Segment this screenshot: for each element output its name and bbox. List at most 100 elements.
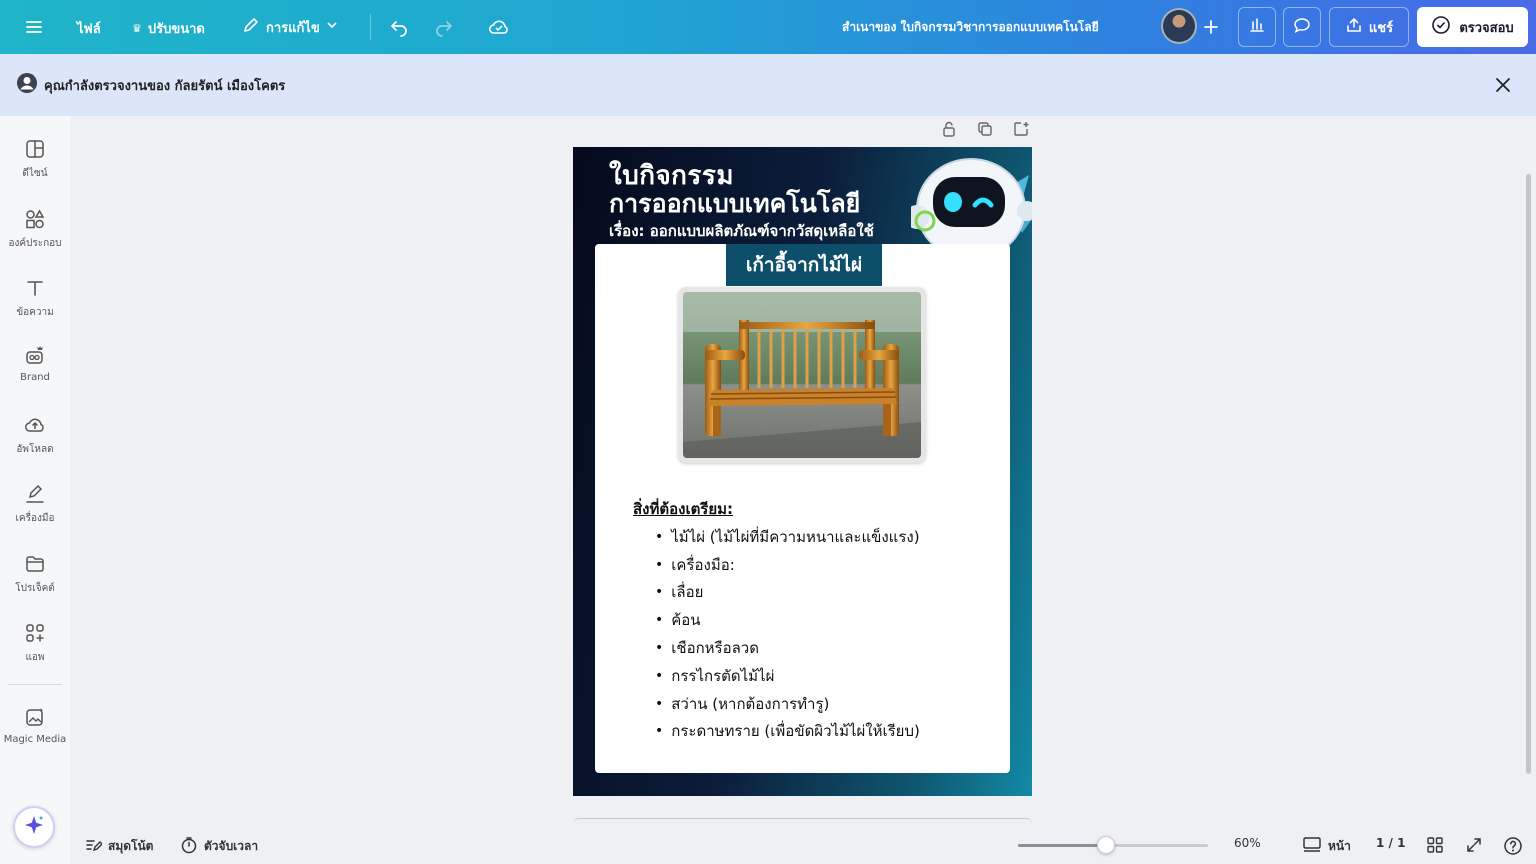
list-item-text: ไม้ไผ่ (ไม้ไผ่ที่มีความหนาและแข็งแรง) <box>671 527 920 546</box>
sidebar-item-projects[interactable]: โปรเจ็คต์ <box>0 553 70 596</box>
sidebar-item-label: ดีไซน์ <box>22 168 48 179</box>
check-circle-icon <box>1431 15 1451 39</box>
menu-icon[interactable] <box>22 15 46 39</box>
share-upload-icon <box>1345 16 1363 38</box>
timer-label: ตัวจับเวลา <box>204 839 259 853</box>
sidebar-item-label: ข้อความ <box>16 307 54 318</box>
crown-icon: ♛ <box>132 22 142 35</box>
pages-label: หน้า <box>1328 839 1351 853</box>
page-counter-label: 1 / 1 <box>1376 836 1406 850</box>
chart-icon <box>1248 16 1266 38</box>
comments-button[interactable] <box>1283 7 1321 47</box>
list-item-text: เครื่องมือ: <box>671 555 735 574</box>
brand-kit-icon <box>26 346 43 364</box>
help-button[interactable] <box>1503 836 1523 859</box>
user-icon <box>16 72 38 98</box>
chevron-down-icon <box>326 19 338 35</box>
sidebar-item-text[interactable]: ข้อความ <box>0 277 70 320</box>
sidebar-item-elements[interactable]: องค์ประกอบ <box>0 208 70 251</box>
plus-icon[interactable] <box>1199 15 1223 39</box>
grid-icon <box>1426 836 1444 857</box>
shapes-icon <box>26 209 45 229</box>
sidebar-item-brand[interactable]: Brand <box>0 344 70 383</box>
sidebar-divider <box>8 684 62 685</box>
sidebar-item-label: แอพ <box>25 652 45 663</box>
bottom-toolbar: สมุดโน้ต ตัวจับเวลา 60% หน้า 1 / 1 <box>70 828 1536 864</box>
notes-button[interactable]: สมุดโน้ต <box>84 836 153 857</box>
review-button[interactable]: ตรวจสอบ <box>1417 7 1528 47</box>
design-title-line2[interactable]: การออกแบบเทคโนโลยี <box>609 184 860 224</box>
review-label: ตรวจสอบ <box>1459 20 1514 36</box>
cloud-check-icon[interactable] <box>487 15 511 39</box>
fullscreen-button[interactable] <box>1465 836 1483 857</box>
bamboo-chair-image <box>683 292 921 458</box>
magic-media-icon <box>26 708 44 726</box>
review-banner-text: คุณกำลังตรวจงานของ กัลยรัตน์ เมืองโคตร <box>44 78 286 94</box>
sidebar-item-tools[interactable]: เครื่องมือ <box>0 483 70 526</box>
avatar[interactable] <box>1161 8 1197 44</box>
page-tools <box>940 120 1030 142</box>
left-sidebar: ดีไซน์ องค์ประกอบ ข้อความ Brand อัพโหลด … <box>0 116 70 864</box>
lock-icon[interactable] <box>940 120 958 142</box>
page-counter: 1 / 1 <box>1376 836 1405 850</box>
materials-heading[interactable]: สิ่งที่ต้องเตรียม: <box>633 497 733 521</box>
grid-view-button[interactable] <box>1426 836 1444 857</box>
timer-button[interactable]: ตัวจับเวลา <box>180 836 258 857</box>
layout-icon <box>26 140 44 158</box>
share-button[interactable]: แชร์ <box>1329 7 1409 47</box>
list-item: เลื่อย <box>655 579 920 607</box>
magic-assistant-button[interactable] <box>13 806 55 848</box>
draw-tool-icon <box>26 484 44 503</box>
resize-button[interactable]: ♛ ปรับขนาด <box>132 18 205 39</box>
sidebar-item-label: เครื่องมือ <box>15 513 55 524</box>
zoom-level-label: 60% <box>1234 836 1261 850</box>
pages-button[interactable]: หน้า <box>1302 836 1351 857</box>
list-item: กระดาษทราย (เพื่อขัดผิวไม้ไผ่ให้เรียบ) <box>655 718 920 746</box>
duplicate-page-icon[interactable] <box>976 120 994 142</box>
sidebar-item-apps[interactable]: แอพ <box>0 622 70 665</box>
sidebar-item-design[interactable]: ดีไซน์ <box>0 138 70 181</box>
list-item-text: เลื่อย <box>671 583 704 602</box>
bamboo-chair-photo[interactable] <box>678 287 926 463</box>
design-page[interactable]: ใบกิจกรรม การออกแบบเทคโนโลยี เรื่อง: ออก… <box>573 147 1032 796</box>
list-item-text: สว่าน (หากต้องการทำรู) <box>671 694 830 713</box>
zoom-level[interactable]: 60% <box>1234 836 1261 850</box>
zoom-slider-thumb[interactable] <box>1096 836 1115 854</box>
document-title[interactable]: สำเนาของ ใบกิจกรรมวิชาการออกแบบเทคโนโลยี <box>842 18 1099 37</box>
sidebar-item-label: โปรเจ็คต์ <box>15 583 55 594</box>
editing-mode-dropdown[interactable]: การแก้ไข <box>242 16 338 38</box>
help-icon <box>1503 836 1523 859</box>
close-icon[interactable] <box>1492 74 1514 96</box>
page-view-icon <box>1302 836 1322 857</box>
sidebar-item-magic-media[interactable]: Magic Media <box>0 706 70 745</box>
undo-icon[interactable] <box>387 15 411 39</box>
list-item: สว่าน (หากต้องการทำรู) <box>655 690 920 718</box>
design-subtitle[interactable]: เรื่อง: ออกแบบผลิตภัณฑ์จากวัสดุเหลือใช้ <box>609 219 874 243</box>
notes-label: สมุดโน้ต <box>108 839 154 853</box>
add-page-icon[interactable] <box>1012 120 1030 142</box>
next-page-edge <box>573 818 1032 828</box>
list-item: เชือกหรือลวด <box>655 634 920 662</box>
zoom-slider-fill <box>1018 844 1106 847</box>
redo-icon[interactable] <box>432 15 456 39</box>
sidebar-item-label: Magic Media <box>3 734 67 745</box>
sidebar-item-label: อัพโหลด <box>16 444 54 455</box>
zoom-slider[interactable] <box>1018 836 1208 854</box>
vertical-scrollbar[interactable] <box>1526 174 1531 774</box>
sidebar-item-uploads[interactable]: อัพโหลด <box>0 414 70 457</box>
design-tag[interactable]: เก้าอี้จากไม้ไผ่ <box>726 244 882 286</box>
list-item: กรรไกรตัดไม้ไผ่ <box>655 662 920 690</box>
insights-button[interactable] <box>1238 7 1276 47</box>
file-menu-label: ไฟล์ <box>77 22 101 37</box>
materials-list[interactable]: ไม้ไผ่ (ไม้ไผ่ที่มีความหนาและแข็งแรง) เค… <box>655 523 920 745</box>
folder-icon <box>26 556 44 572</box>
share-label: แชร์ <box>1368 20 1394 36</box>
list-item-text: กรรไกรตัดไม้ไผ่ <box>671 666 775 685</box>
list-item-text: กระดาษทราย (เพื่อขัดผิวไม้ไผ่ให้เรียบ) <box>671 722 920 741</box>
editing-mode-label: การแก้ไข <box>266 20 320 36</box>
cloud-upload-icon <box>25 418 44 432</box>
list-item-text: ค้อน <box>671 611 701 630</box>
file-menu[interactable]: ไฟล์ <box>77 18 101 39</box>
list-item: ค้อน <box>655 606 920 634</box>
sidebar-item-label: องค์ประกอบ <box>8 238 62 249</box>
